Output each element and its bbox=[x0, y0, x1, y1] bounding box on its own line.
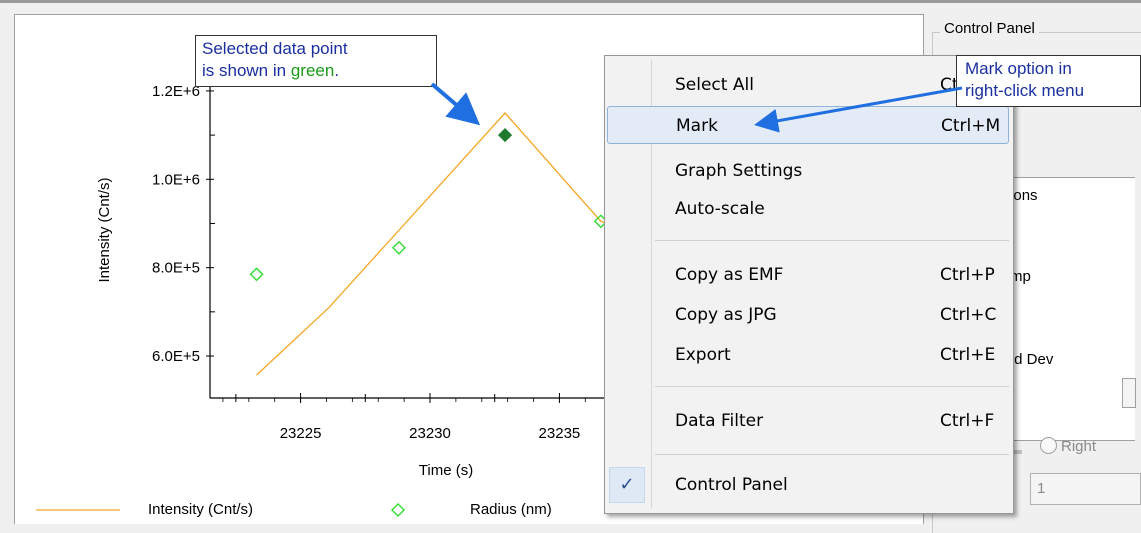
x-axis-label: Time (s) bbox=[419, 462, 473, 479]
x-tick-label: 23235 bbox=[539, 425, 581, 442]
x-tick-label: 23225 bbox=[280, 425, 322, 442]
y-tick-label: 1.0E+6 bbox=[152, 171, 200, 188]
menu-separator bbox=[655, 240, 1009, 241]
menu-item-label: Control Panel bbox=[675, 475, 788, 495]
number-field[interactable]: 1 bbox=[1030, 473, 1141, 505]
callout-text-line1: Selected data point bbox=[202, 39, 348, 58]
menu-item-graph-settings[interactable]: Graph Settings bbox=[607, 152, 1009, 190]
menu-item-copy-as-jpg[interactable]: Copy as JPG Ctrl+C bbox=[607, 296, 1009, 334]
selected-data-point bbox=[497, 128, 513, 143]
callout-text-line1: Mark option in bbox=[965, 59, 1072, 78]
menu-item-label: Auto-scale bbox=[675, 199, 765, 219]
y-tick-label: 8.0E+5 bbox=[152, 260, 200, 277]
y-axis-label: Intensity (Cnt/s) bbox=[96, 177, 113, 282]
menu-separator bbox=[655, 386, 1009, 387]
menu-item-mark[interactable]: Mark Ctrl+M bbox=[607, 106, 1009, 144]
menu-item-label: Select All bbox=[675, 75, 754, 95]
radio-right[interactable]: Right bbox=[1040, 437, 1096, 455]
menu-item-shortcut: Ctrl+E bbox=[940, 345, 996, 365]
radius-data-point bbox=[249, 267, 264, 282]
menu-item-shortcut: Ctrl+F bbox=[940, 411, 995, 431]
callout-selected-point: Selected data point is shown in green. bbox=[195, 35, 437, 87]
callout-text-line2: is shown in green. bbox=[202, 61, 340, 80]
menu-item-shortcut: Ctrl+C bbox=[940, 305, 997, 325]
menu-item-label: Data Filter bbox=[675, 411, 764, 431]
menu-item-control-panel[interactable]: Control Panel bbox=[607, 466, 1009, 504]
green-word: green bbox=[290, 61, 335, 80]
y-tick-label: 1.2E+6 bbox=[152, 83, 200, 100]
list-scrollbar-thumb[interactable] bbox=[1122, 378, 1136, 408]
menu-item-label: Copy as EMF bbox=[675, 265, 784, 285]
menu-item-shortcut: Ctrl+P bbox=[940, 265, 995, 285]
menu-item-shortcut: Ctrl+M bbox=[941, 116, 1001, 136]
callout-mark-option: Mark option in right-click menu bbox=[956, 55, 1141, 107]
radio-circle-icon[interactable] bbox=[1040, 437, 1057, 454]
menu-item-select-all[interactable]: Select AllCtrl+A bbox=[607, 66, 1009, 104]
menu-item-label: Copy as JPG bbox=[675, 305, 777, 325]
x-tick-label: 23230 bbox=[409, 425, 451, 442]
legend-label-intensity: Intensity (Cnt/s) bbox=[148, 501, 253, 518]
menu-separator bbox=[655, 454, 1009, 455]
menu-item-label: Graph Settings bbox=[675, 161, 803, 181]
menu-item-export[interactable]: Export Ctrl+E bbox=[607, 336, 1009, 374]
menu-item-label: Mark bbox=[676, 116, 718, 136]
menu-item-label: Export bbox=[675, 345, 731, 365]
control-panel-title: Control Panel bbox=[940, 20, 1039, 37]
legend-diamond-marker bbox=[390, 502, 406, 518]
menu-item-copy-as-emf[interactable]: Copy as EMF Ctrl+P bbox=[607, 256, 1009, 294]
checkmark-icon: ✓ bbox=[609, 467, 645, 503]
intensity-series-line bbox=[256, 112, 620, 376]
context-menu[interactable]: Select AllCtrl+A Mark Ctrl+M Graph Settings… bbox=[604, 55, 1014, 514]
menu-item-data-filter[interactable]: Data Filter Ctrl+F bbox=[607, 402, 1009, 440]
radius-data-point bbox=[391, 240, 407, 255]
y-tick-label: 6.0E+5 bbox=[152, 348, 200, 365]
legend-label-radius: Radius (nm) bbox=[470, 501, 552, 518]
menu-item-auto-scale[interactable]: Auto-scale bbox=[607, 190, 1009, 228]
callout-text-line2: right-click menu bbox=[965, 81, 1085, 100]
